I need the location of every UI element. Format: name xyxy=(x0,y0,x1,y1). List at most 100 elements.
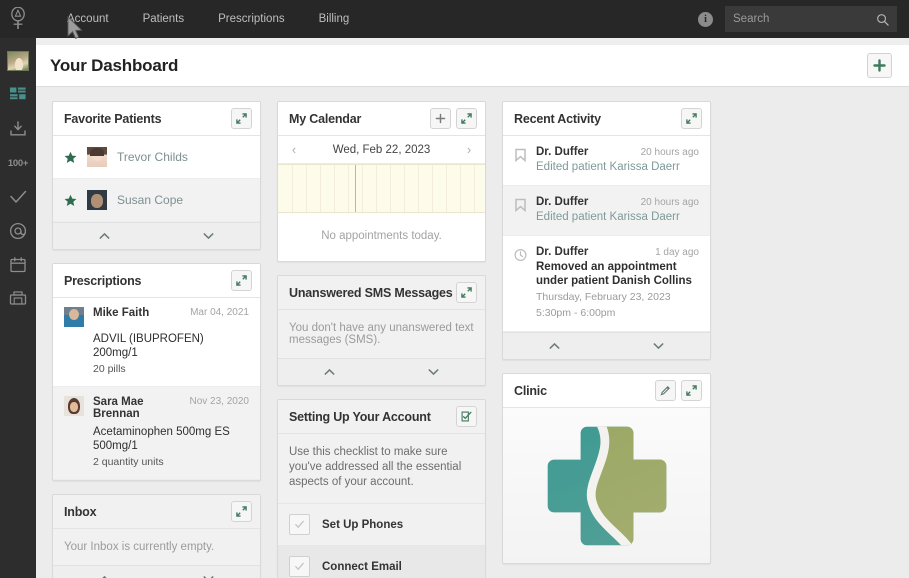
chevron-down-icon xyxy=(203,232,214,240)
rail-item-mentions[interactable] xyxy=(6,219,30,243)
rail-item-dashboard[interactable] xyxy=(6,83,30,107)
add-widget-button[interactable] xyxy=(867,53,892,78)
bookmark-icon xyxy=(514,148,527,162)
patient-name-link[interactable]: Trevor Childs xyxy=(117,150,188,164)
left-rail: 100+ xyxy=(0,38,36,578)
rail-item-calendar[interactable] xyxy=(6,253,30,277)
rail-item-inbox[interactable] xyxy=(6,117,30,141)
calendar-prev-button[interactable]: ‹ xyxy=(287,142,301,157)
prescription-patient-name: Mike Faith xyxy=(93,307,149,319)
expand-button[interactable] xyxy=(456,282,477,303)
expand-button[interactable] xyxy=(231,108,252,129)
activity-body: Dr. Duffer 1 day ago Removed an appointm… xyxy=(536,246,699,320)
edit-clinic-button[interactable] xyxy=(655,380,676,401)
expand-icon xyxy=(686,113,697,124)
star-icon[interactable] xyxy=(64,194,77,207)
card-header: Recent Activity xyxy=(503,102,710,136)
calendar-nav: ‹ Wed, Feb 22, 2023 › xyxy=(278,136,485,164)
nav-right-group: i Search xyxy=(698,6,909,32)
scroll-up-button[interactable] xyxy=(278,359,382,385)
card-title: Prescriptions xyxy=(64,274,141,288)
card-header: Setting Up Your Account xyxy=(278,400,485,434)
expand-button[interactable] xyxy=(231,270,252,291)
card-footer xyxy=(53,565,260,578)
rail-item-user-avatar[interactable] xyxy=(6,49,30,73)
rail-item-notifications[interactable]: 100+ xyxy=(6,151,30,175)
card-title: My Calendar xyxy=(289,112,361,126)
checkbox[interactable] xyxy=(289,514,310,535)
card-my-calendar: My Calendar xyxy=(277,101,486,262)
inbox-empty-message: Your Inbox is currently empty. xyxy=(53,529,260,565)
activity-row[interactable]: Dr. Duffer 20 hours ago Edited patient K… xyxy=(503,186,710,236)
expand-button[interactable] xyxy=(456,108,477,129)
card-header: Prescriptions xyxy=(53,264,260,298)
activity-body: Dr. Duffer 20 hours ago Edited patient K… xyxy=(536,196,699,224)
prescription-row[interactable]: Sara Mae Brennan Nov 23, 2020 Acetaminop… xyxy=(53,387,260,480)
search-input[interactable]: Search xyxy=(725,6,897,32)
prescription-row-top: Mike Faith Mar 04, 2021 xyxy=(64,307,249,327)
expand-icon xyxy=(236,506,247,517)
card-header-buttons xyxy=(681,108,702,129)
checkbox[interactable] xyxy=(289,556,310,577)
rail-item-tasks[interactable] xyxy=(6,185,30,209)
dashboard-icon xyxy=(8,85,28,105)
scroll-down-button[interactable] xyxy=(157,566,261,578)
pencil-icon xyxy=(660,385,671,396)
chevron-up-icon xyxy=(99,232,110,240)
activity-description[interactable]: Edited patient Karissa Daerr xyxy=(536,210,699,224)
favorite-patient-row[interactable]: Trevor Childs xyxy=(53,136,260,179)
calendar-timeline[interactable] xyxy=(278,164,485,213)
calendar-icon xyxy=(8,255,28,275)
fax-icon xyxy=(8,289,28,309)
calendar-next-button[interactable]: › xyxy=(462,142,476,157)
activity-row[interactable]: Dr. Duffer 20 hours ago Edited patient K… xyxy=(503,136,710,186)
activity-description: Removed an appointment under patient Dan… xyxy=(536,260,699,288)
info-icon[interactable]: i xyxy=(698,12,713,27)
scroll-down-button[interactable] xyxy=(382,359,486,385)
app-logo[interactable] xyxy=(0,0,36,38)
card-title: Favorite Patients xyxy=(64,112,161,126)
nav-item-prescriptions[interactable]: Prescriptions xyxy=(201,0,301,38)
card-header: Unanswered SMS Messages xyxy=(278,276,485,310)
dashboard-board: Favorite Patients Trevor Chi xyxy=(36,87,909,578)
chevron-down-icon xyxy=(653,342,664,350)
star-icon[interactable] xyxy=(64,151,77,164)
expand-button[interactable] xyxy=(681,380,702,401)
activity-subline-time: 5:30pm - 6:00pm xyxy=(536,307,699,320)
nav-item-patients[interactable]: Patients xyxy=(126,0,202,38)
nav-item-account[interactable]: Account xyxy=(50,0,126,38)
prescription-quantity: 2 quantity units xyxy=(93,456,249,468)
chevron-up-icon xyxy=(324,368,335,376)
scroll-down-button[interactable] xyxy=(607,333,711,359)
activity-line: Dr. Duffer 20 hours ago xyxy=(536,146,699,158)
checklist-item[interactable]: Connect Email xyxy=(278,545,485,578)
expand-button[interactable] xyxy=(231,501,252,522)
activity-description[interactable]: Edited patient Karissa Daerr xyxy=(536,160,699,174)
card-header-buttons xyxy=(231,501,252,522)
activity-row[interactable]: Dr. Duffer 1 day ago Removed an appointm… xyxy=(503,236,710,332)
patient-name-link[interactable]: Susan Cope xyxy=(117,193,183,207)
clinic-cross-logo xyxy=(541,420,673,552)
favorite-patient-row[interactable]: Susan Cope xyxy=(53,179,260,222)
expand-icon xyxy=(236,113,247,124)
check-icon xyxy=(294,561,305,572)
scroll-down-button[interactable] xyxy=(157,223,261,249)
activity-actor: Dr. Duffer xyxy=(536,246,588,258)
scroll-up-button[interactable] xyxy=(503,333,607,359)
nav-item-billing[interactable]: Billing xyxy=(302,0,367,38)
scroll-up-button[interactable] xyxy=(53,223,157,249)
checklist-item[interactable]: Set Up Phones xyxy=(278,503,485,545)
scroll-up-button[interactable] xyxy=(53,566,157,578)
activity-time: 1 day ago xyxy=(655,247,699,258)
prescription-row[interactable]: Mike Faith Mar 04, 2021 ADVIL (IBUPROFEN… xyxy=(53,298,260,387)
edit-checklist-button[interactable] xyxy=(456,406,477,427)
board-column-2: My Calendar xyxy=(277,101,486,578)
rail-item-fax[interactable] xyxy=(6,287,30,311)
card-header-buttons xyxy=(456,406,477,427)
plus-icon xyxy=(873,59,886,72)
expand-button[interactable] xyxy=(681,108,702,129)
calendar-current-date: Wed, Feb 22, 2023 xyxy=(301,144,462,156)
add-appointment-button[interactable] xyxy=(430,108,451,129)
card-header-buttons xyxy=(456,282,477,303)
avatar xyxy=(87,190,107,210)
